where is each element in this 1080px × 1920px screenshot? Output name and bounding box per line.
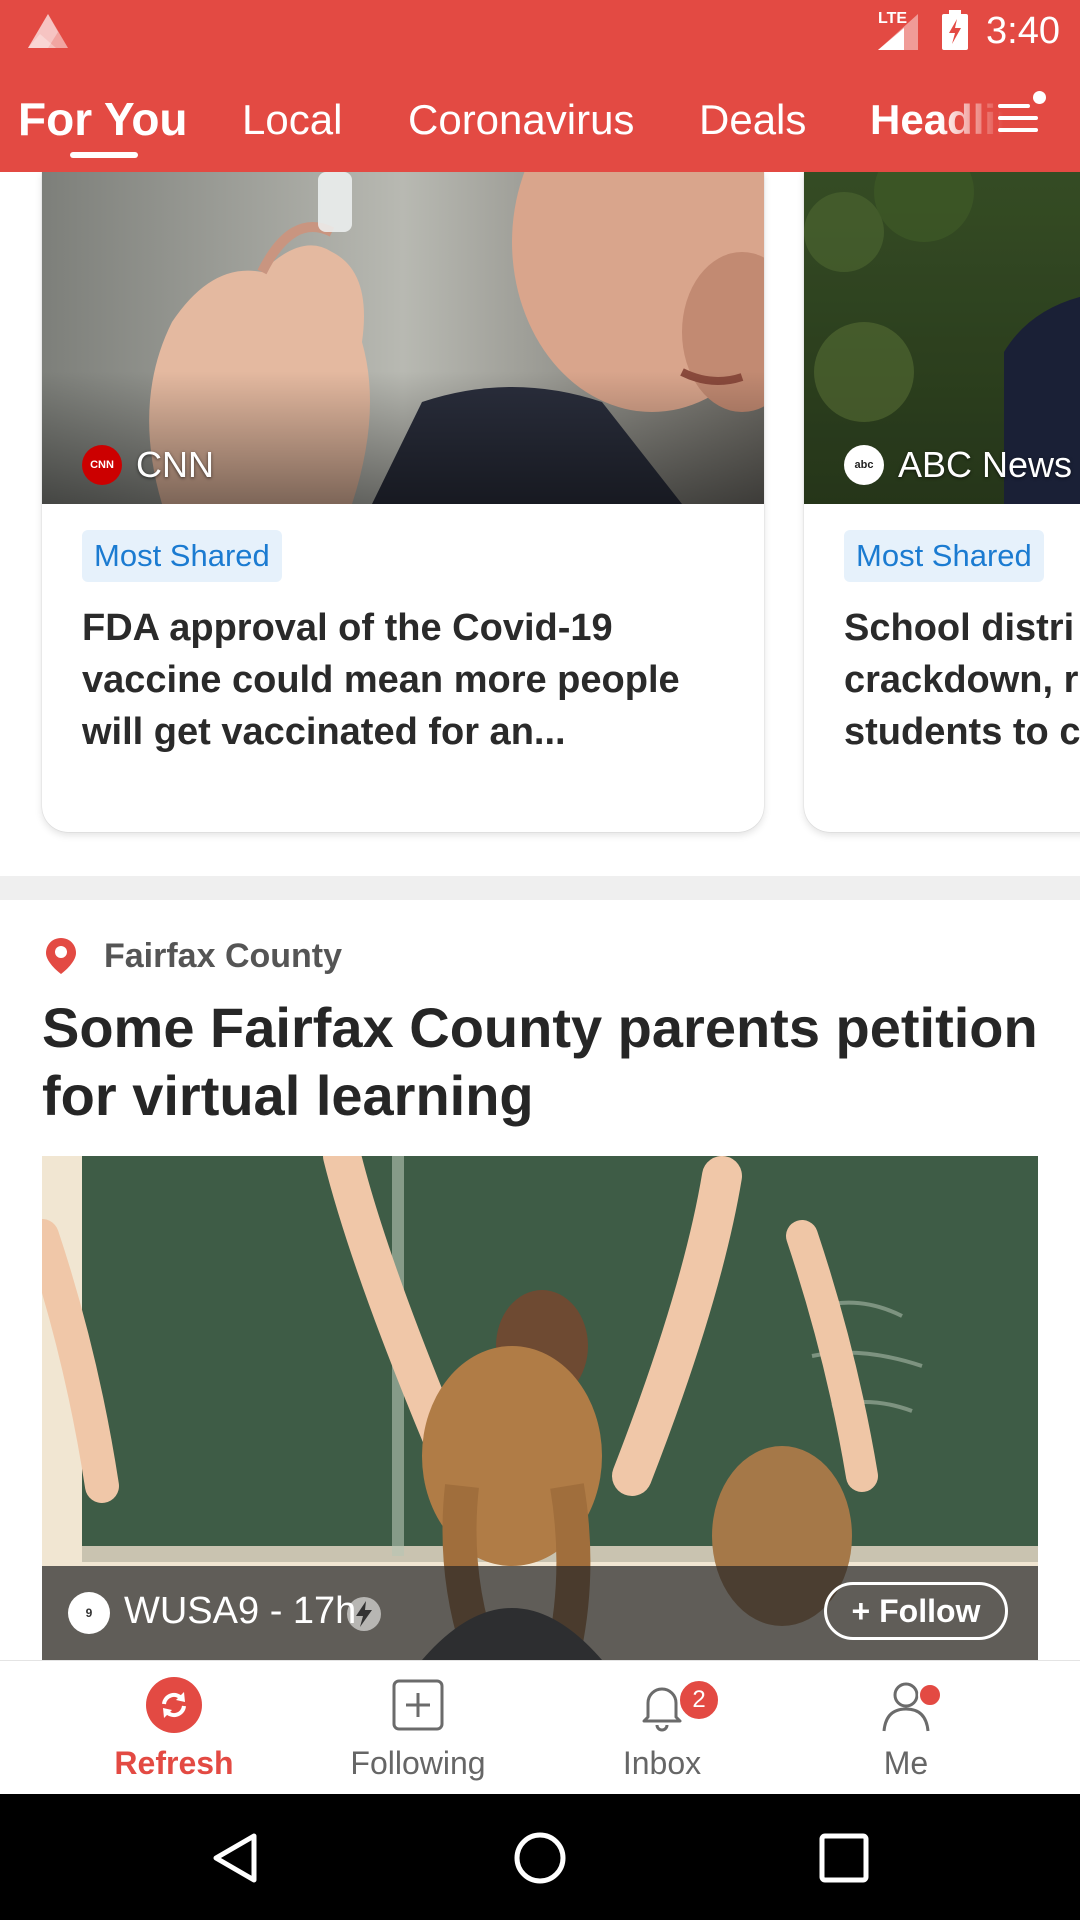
carousel-card[interactable]: CNN CNN Most Shared FDA approval of the … [42,172,764,832]
card-headline[interactable]: FDA approval of the Covid-19 vaccine cou… [82,602,742,758]
cnn-logo-icon: CNN [82,445,122,485]
source-time: WUSA9 - 17h [124,1590,357,1632]
battery-charging-icon [942,10,968,50]
active-tab-indicator [70,152,138,158]
nav-label: Me [883,1745,929,1781]
app-logo-icon [28,14,68,48]
system-navigation-bar [0,1794,1080,1920]
source-row: CNN CNN [82,444,214,486]
app-header: LTE 3:40 For You Local Coronavirus Deals… [0,0,1080,172]
tab-deals[interactable]: Deals [699,96,806,144]
back-icon[interactable] [208,1830,264,1886]
bottom-navigation: Refresh Following 2 Inbox Me [0,1660,1080,1795]
category-tabs: For You Local Coronavirus Deals Headline… [0,88,1080,158]
carousel-card[interactable]: abc ABC News Most Shared School distri c… [804,172,1080,832]
most-shared-badge: Most Shared [844,530,1044,582]
article-image[interactable]: 9 WUSA9 - 17h + Follow [42,1156,1038,1660]
card-headline[interactable]: School distri crackdown, r students to c [844,602,1080,758]
clock: 3:40 [986,10,1060,52]
headline-line: crackdown, r [844,659,1079,701]
source-row: abc ABC News [844,444,1072,486]
article-headline[interactable]: Some Fairfax County parents petition for… [42,994,1052,1130]
nav-inbox[interactable]: 2 Inbox [562,1661,762,1795]
most-shared-carousel: CNN CNN Most Shared FDA approval of the … [0,172,1080,872]
refresh-icon [146,1677,202,1733]
article-image: CNN CNN [42,172,764,504]
headline-line: School distri [844,607,1075,649]
article-image: abc ABC News [804,172,1080,504]
lightning-icon [347,1597,381,1631]
nav-label: Refresh [114,1745,234,1781]
nav-label: Following [350,1745,486,1781]
location-name: Fairfax County [104,936,343,975]
section-divider [0,876,1080,900]
location-pin-icon [46,938,76,974]
nav-refresh[interactable]: Refresh [74,1661,274,1795]
add-square-icon [392,1679,444,1731]
home-icon[interactable] [512,1830,568,1886]
signal-icon [878,14,918,50]
source-name: ABC News [898,444,1073,485]
follow-button[interactable]: + Follow [824,1582,1008,1640]
recents-icon[interactable] [816,1830,872,1886]
nav-label: Inbox [622,1745,702,1781]
tab-local[interactable]: Local [242,96,342,144]
location-row[interactable]: Fairfax County [44,936,342,976]
abc-news-logo-icon: abc [844,445,884,485]
wusa9-logo-icon: 9 [68,1592,110,1634]
nav-me[interactable]: Me [806,1661,1006,1795]
tab-for-you[interactable]: For You [18,92,188,146]
source-name: CNN [136,444,214,485]
nav-following[interactable]: Following [318,1661,518,1795]
menu-notification-dot [1033,91,1046,104]
inbox-count-badge: 2 [678,1679,720,1721]
headline-line: students to c [844,711,1080,753]
article-meta-overlay: 9 WUSA9 - 17h + Follow [42,1566,1038,1660]
tab-coronavirus[interactable]: Coronavirus [408,96,634,144]
me-notification-dot [918,1683,942,1707]
most-shared-badge: Most Shared [82,530,282,582]
status-bar: LTE 3:40 [0,0,1080,62]
